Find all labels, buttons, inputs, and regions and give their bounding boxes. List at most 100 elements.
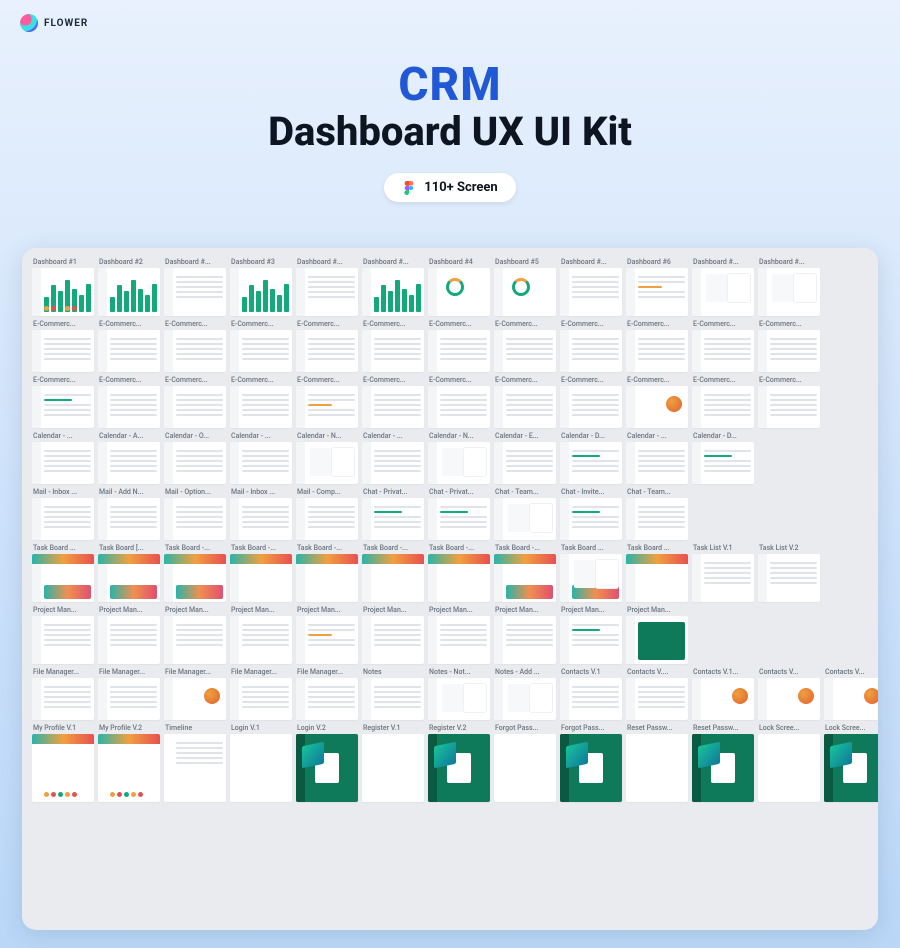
- screen-thumbnail[interactable]: [824, 678, 878, 720]
- screen-thumbnail[interactable]: [758, 554, 820, 602]
- screen-thumbnail[interactable]: [560, 498, 622, 540]
- screen-thumbnail[interactable]: [626, 498, 688, 540]
- screen-thumbnail[interactable]: [560, 442, 622, 484]
- screen-thumbnail[interactable]: [428, 616, 490, 664]
- screen-thumbnail[interactable]: [164, 386, 226, 428]
- screen-thumbnail[interactable]: [362, 386, 424, 428]
- screen-thumbnail[interactable]: [296, 442, 358, 484]
- screen-thumbnail[interactable]: [692, 268, 754, 316]
- screen-thumbnail[interactable]: [560, 616, 622, 664]
- screen-thumbnail[interactable]: [626, 554, 688, 602]
- screen-thumbnail[interactable]: [494, 616, 556, 664]
- screen-thumbnail[interactable]: [758, 386, 820, 428]
- screen-thumbnail[interactable]: [560, 386, 622, 428]
- screen-thumbnail[interactable]: [362, 554, 424, 602]
- screen-thumbnail[interactable]: [560, 554, 622, 602]
- screen-thumbnail[interactable]: [164, 678, 226, 720]
- screen-thumbnail[interactable]: [230, 498, 292, 540]
- screen-thumbnail[interactable]: [230, 678, 292, 720]
- screen-thumbnail[interactable]: [626, 734, 688, 802]
- screen-thumbnail[interactable]: [98, 616, 160, 664]
- screen-thumbnail[interactable]: [428, 386, 490, 428]
- screen-thumbnail[interactable]: [626, 330, 688, 372]
- screen-thumbnail[interactable]: [560, 678, 622, 720]
- screen-thumbnail[interactable]: [494, 268, 556, 316]
- screen-thumbnail[interactable]: [626, 442, 688, 484]
- screen-thumbnail[interactable]: [296, 268, 358, 316]
- screen-thumbnail[interactable]: [692, 442, 754, 484]
- screen-thumbnail[interactable]: [296, 734, 358, 802]
- screen-thumbnail[interactable]: [164, 616, 226, 664]
- screen-thumbnail[interactable]: [758, 268, 820, 316]
- screen-thumbnail[interactable]: [494, 678, 556, 720]
- screen-thumbnail[interactable]: [362, 678, 424, 720]
- screen-thumbnail[interactable]: [230, 734, 292, 802]
- screen-thumbnail[interactable]: [494, 734, 556, 802]
- screen-thumbnail[interactable]: [296, 498, 358, 540]
- screen-thumbnail[interactable]: [824, 734, 878, 802]
- screen-thumbnail[interactable]: [32, 442, 94, 484]
- screen-thumbnail[interactable]: [98, 554, 160, 602]
- screen-thumbnail[interactable]: [164, 268, 226, 316]
- screen-thumbnail[interactable]: [626, 678, 688, 720]
- screen-thumbnail[interactable]: [230, 616, 292, 664]
- screen-thumbnail[interactable]: [164, 734, 226, 802]
- screen-thumbnail[interactable]: [98, 678, 160, 720]
- screen-thumbnail[interactable]: [164, 330, 226, 372]
- screen-thumbnail[interactable]: [428, 678, 490, 720]
- screen-thumbnail[interactable]: [692, 554, 754, 602]
- screen-thumbnail[interactable]: [494, 554, 556, 602]
- screen-thumbnail[interactable]: [296, 554, 358, 602]
- screen-thumbnail[interactable]: [296, 616, 358, 664]
- screen-thumbnail[interactable]: [164, 554, 226, 602]
- screen-thumbnail[interactable]: [362, 330, 424, 372]
- screen-thumbnail[interactable]: [494, 386, 556, 428]
- screen-thumbnail[interactable]: [692, 386, 754, 428]
- screen-thumbnail[interactable]: [758, 678, 820, 720]
- screen-thumbnail[interactable]: [98, 498, 160, 540]
- screen-thumbnail[interactable]: [230, 386, 292, 428]
- screen-thumbnail[interactable]: [98, 734, 160, 802]
- screen-thumbnail[interactable]: [32, 678, 94, 720]
- screen-thumbnail[interactable]: [428, 330, 490, 372]
- screen-thumbnail[interactable]: [758, 734, 820, 802]
- screen-thumbnail[interactable]: [164, 442, 226, 484]
- screen-thumbnail[interactable]: [98, 268, 160, 316]
- screen-thumbnail[interactable]: [98, 386, 160, 428]
- screen-thumbnail[interactable]: [296, 386, 358, 428]
- screen-thumbnail[interactable]: [32, 554, 94, 602]
- screen-thumbnail[interactable]: [230, 268, 292, 316]
- screen-thumbnail[interactable]: [428, 268, 490, 316]
- screen-thumbnail[interactable]: [692, 734, 754, 802]
- screen-thumbnail[interactable]: [98, 330, 160, 372]
- screen-thumbnail[interactable]: [692, 330, 754, 372]
- screen-thumbnail[interactable]: [626, 268, 688, 316]
- screen-thumbnail[interactable]: [32, 386, 94, 428]
- screen-thumbnail[interactable]: [494, 442, 556, 484]
- screen-thumbnail[interactable]: [164, 498, 226, 540]
- screen-thumbnail[interactable]: [32, 330, 94, 372]
- screen-thumbnail[interactable]: [362, 616, 424, 664]
- screen-thumbnail[interactable]: [428, 554, 490, 602]
- screen-thumbnail[interactable]: [428, 498, 490, 540]
- screen-thumbnail[interactable]: [32, 268, 94, 316]
- screen-thumbnail[interactable]: [428, 734, 490, 802]
- screen-thumbnail[interactable]: [428, 442, 490, 484]
- screen-thumbnail[interactable]: [560, 330, 622, 372]
- screen-thumbnail[interactable]: [362, 268, 424, 316]
- screen-thumbnail[interactable]: [230, 330, 292, 372]
- screen-thumbnail[interactable]: [296, 678, 358, 720]
- screen-thumbnail[interactable]: [32, 734, 94, 802]
- screen-thumbnail[interactable]: [296, 330, 358, 372]
- screen-thumbnail[interactable]: [230, 554, 292, 602]
- screen-thumbnail[interactable]: [494, 330, 556, 372]
- screen-thumbnail[interactable]: [32, 498, 94, 540]
- screen-thumbnail[interactable]: [98, 442, 160, 484]
- screen-thumbnail[interactable]: [230, 442, 292, 484]
- screen-thumbnail[interactable]: [362, 734, 424, 802]
- screen-thumbnail[interactable]: [32, 616, 94, 664]
- screen-thumbnail[interactable]: [626, 386, 688, 428]
- screen-thumbnail[interactable]: [362, 442, 424, 484]
- screen-thumbnail[interactable]: [692, 678, 754, 720]
- screen-thumbnail[interactable]: [560, 268, 622, 316]
